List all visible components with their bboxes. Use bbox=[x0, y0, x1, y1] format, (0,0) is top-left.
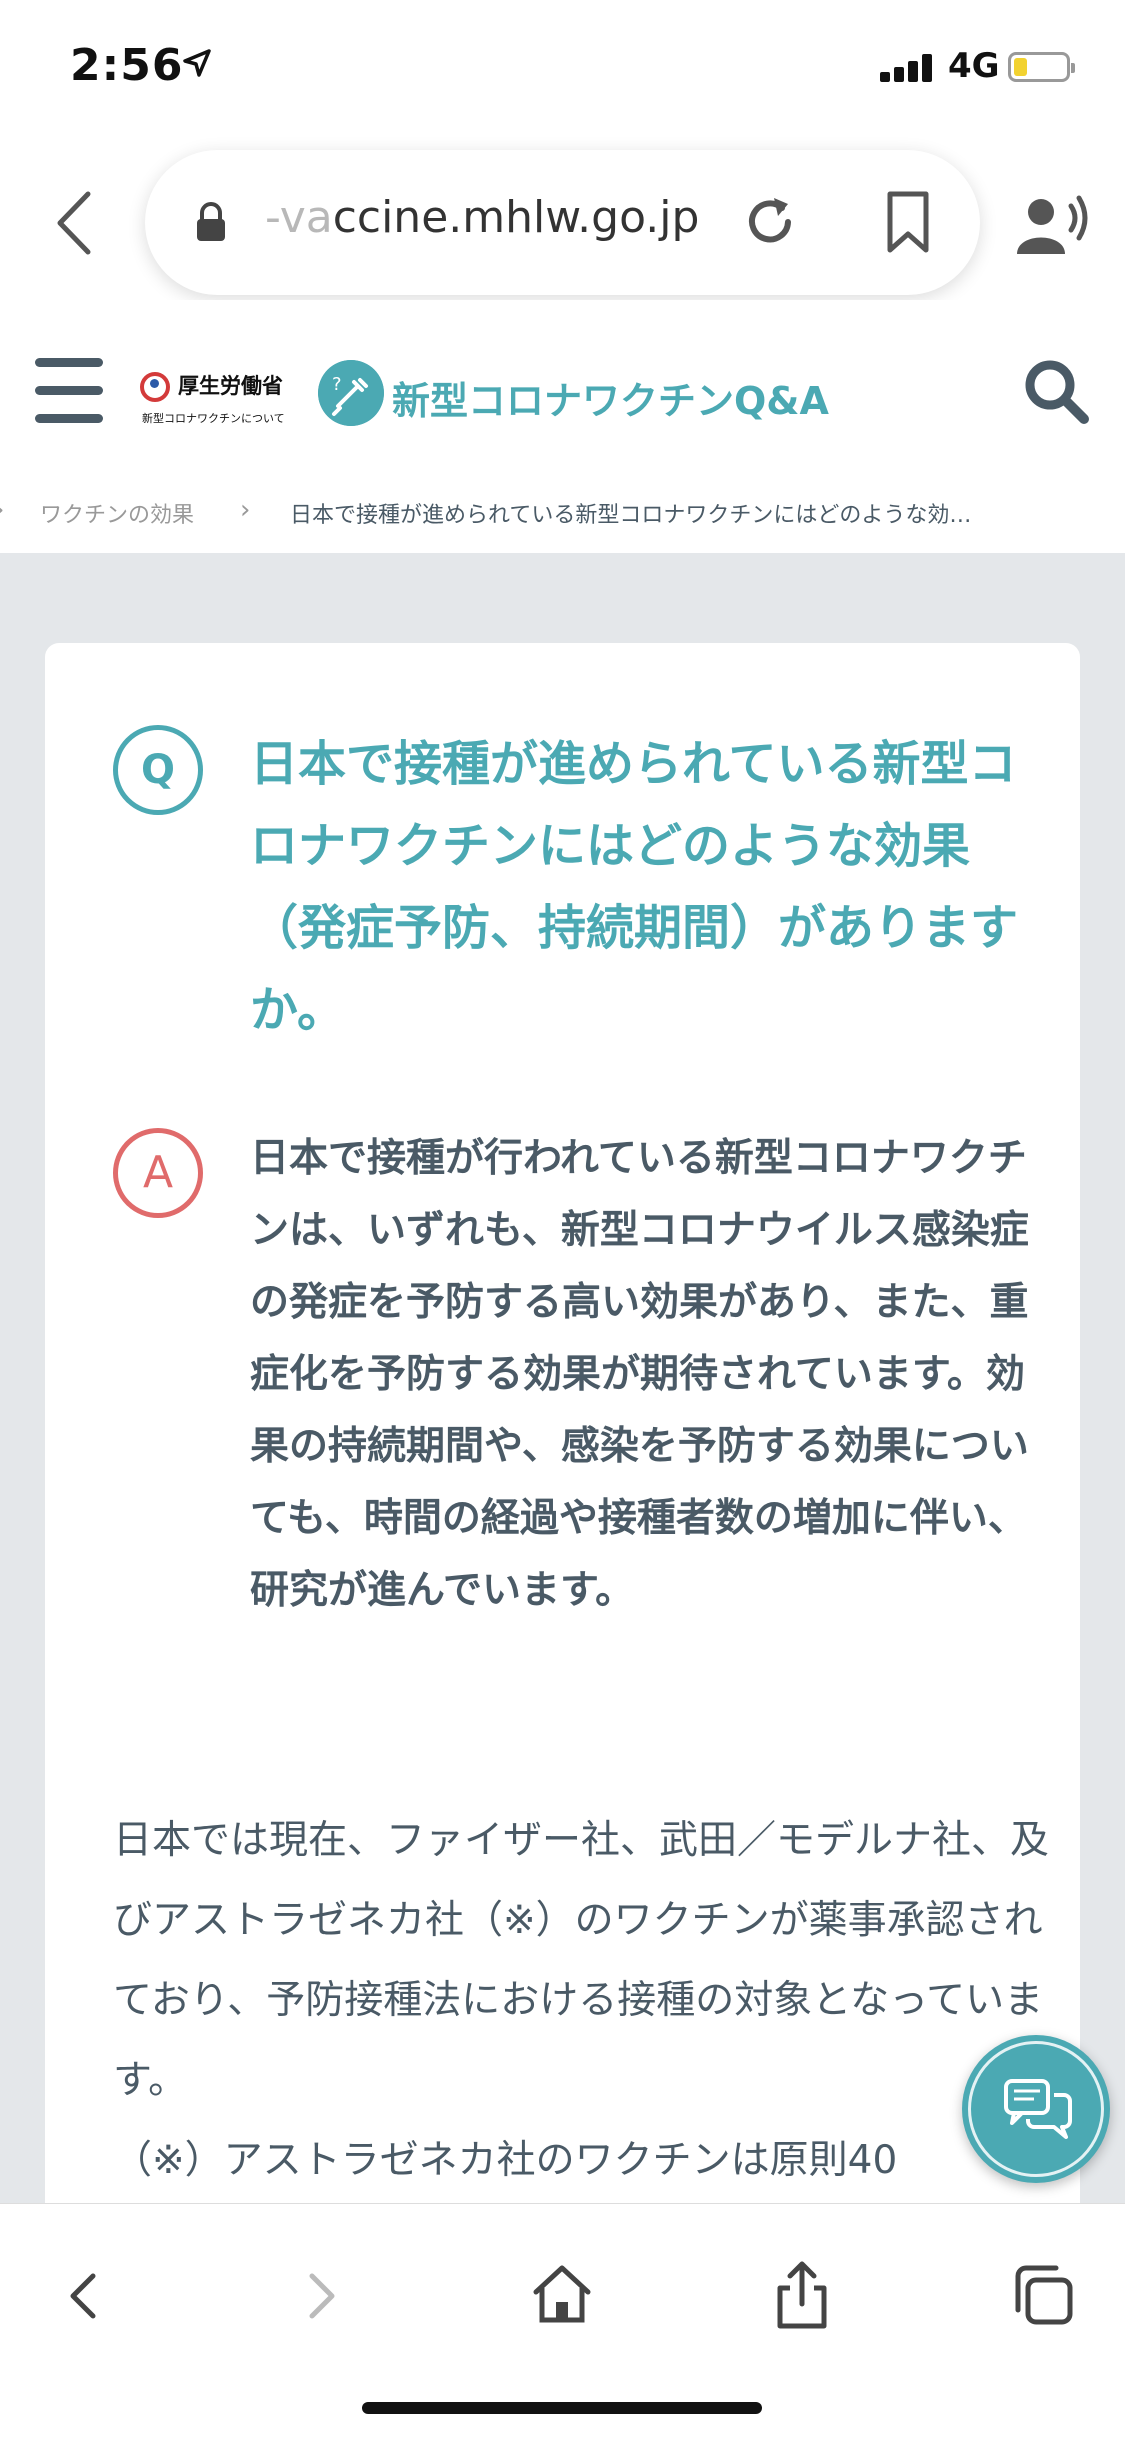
mhlw-logo[interactable]: 厚生労働省 新型コロナワクチンについて bbox=[140, 360, 285, 430]
chat-icon bbox=[1004, 2079, 1072, 2139]
breadcrumb: › ワクチンの効果 › 日本で接種が進められている新型コロナワクチンにはどのよう… bbox=[0, 475, 1125, 553]
detail-paragraph: 日本では現在、ファイザー社、武田／モデルナ社、及びアストラゼネカ社（※）のワクチ… bbox=[113, 1818, 1050, 2103]
chevron-right-icon: › bbox=[0, 495, 4, 525]
tabs-icon[interactable] bbox=[1002, 2254, 1082, 2334]
breadcrumb-item-vaccine-effect[interactable]: ワクチンの効果 bbox=[40, 497, 194, 529]
battery-level bbox=[1014, 58, 1027, 76]
location-arrow-icon bbox=[183, 49, 211, 77]
qa-card: Q 日本で接種が進められている新型コロナワクチンにはどのような効果（発症予防、持… bbox=[45, 643, 1080, 2243]
back-icon[interactable] bbox=[45, 2254, 125, 2334]
home-indicator bbox=[362, 2402, 762, 2414]
browser-toolbar bbox=[0, 2203, 1125, 2437]
url-domain-text: ccine.mhlw.go.jp bbox=[332, 192, 700, 243]
reload-icon[interactable] bbox=[740, 192, 800, 252]
chat-button[interactable] bbox=[962, 2035, 1110, 2183]
site-header: 厚生労働省 新型コロナワクチンについて ? 新型コロナワクチンQ&A bbox=[0, 300, 1125, 475]
battery-icon bbox=[1008, 52, 1075, 82]
status-time: 2:56 bbox=[70, 40, 184, 91]
url-faded-text: -va bbox=[265, 192, 333, 243]
search-icon[interactable] bbox=[1020, 355, 1092, 427]
back-icon[interactable] bbox=[50, 188, 100, 258]
menu-icon[interactable] bbox=[35, 358, 103, 426]
speaker-icon[interactable] bbox=[1015, 192, 1091, 256]
home-icon[interactable] bbox=[522, 2254, 602, 2334]
question-text: 日本で接種が進められている新型コロナワクチンにはどのような効果（発症予防、持続期… bbox=[250, 736, 1019, 1038]
detail-note: （※）アストラゼネカ社のワクチンは原則40 bbox=[113, 2138, 898, 2183]
main-content: Q 日本で接種が進められている新型コロナワクチンにはどのような効果（発症予防、持… bbox=[0, 553, 1125, 2243]
svg-text:?: ? bbox=[332, 374, 342, 395]
url-bar[interactable]: -vaccine.mhlw.go.jp bbox=[145, 150, 980, 295]
signal-icon bbox=[880, 52, 940, 82]
mhlw-name: 厚生労働省 bbox=[178, 374, 283, 398]
status-bar: 2:56 4G bbox=[0, 0, 1125, 140]
syringe-icon: ? bbox=[318, 360, 384, 426]
url-text[interactable]: -vaccine.mhlw.go.jp bbox=[265, 192, 699, 243]
answer-text: 日本で接種が行われている新型コロナワクチンは、いずれも、新型コロナウイルス感染症… bbox=[250, 1136, 1029, 1613]
qa-title: 新型コロナワクチンQ&A bbox=[392, 379, 829, 423]
network-type: 4G bbox=[948, 46, 1000, 86]
question-badge: Q bbox=[113, 725, 203, 815]
share-icon[interactable] bbox=[762, 2254, 842, 2334]
lock-icon bbox=[197, 202, 225, 241]
mhlw-subtitle: 新型コロナワクチンについて bbox=[142, 412, 285, 425]
browser-bar: -vaccine.mhlw.go.jp bbox=[0, 140, 1125, 300]
answer-badge: A bbox=[113, 1128, 203, 1218]
bookmark-icon[interactable] bbox=[880, 190, 936, 254]
forward-icon[interactable] bbox=[280, 2254, 360, 2334]
chevron-right-icon: › bbox=[240, 495, 251, 525]
answer-detail: 日本では現在、ファイザー社、武田／モデルナ社、及びアストラゼネカ社（※）のワクチ… bbox=[113, 1801, 1053, 2201]
breadcrumb-item-current: 日本で接種が進められている新型コロナワクチンにはどのような効… bbox=[290, 503, 972, 528]
mhlw-mark-icon bbox=[140, 372, 170, 402]
